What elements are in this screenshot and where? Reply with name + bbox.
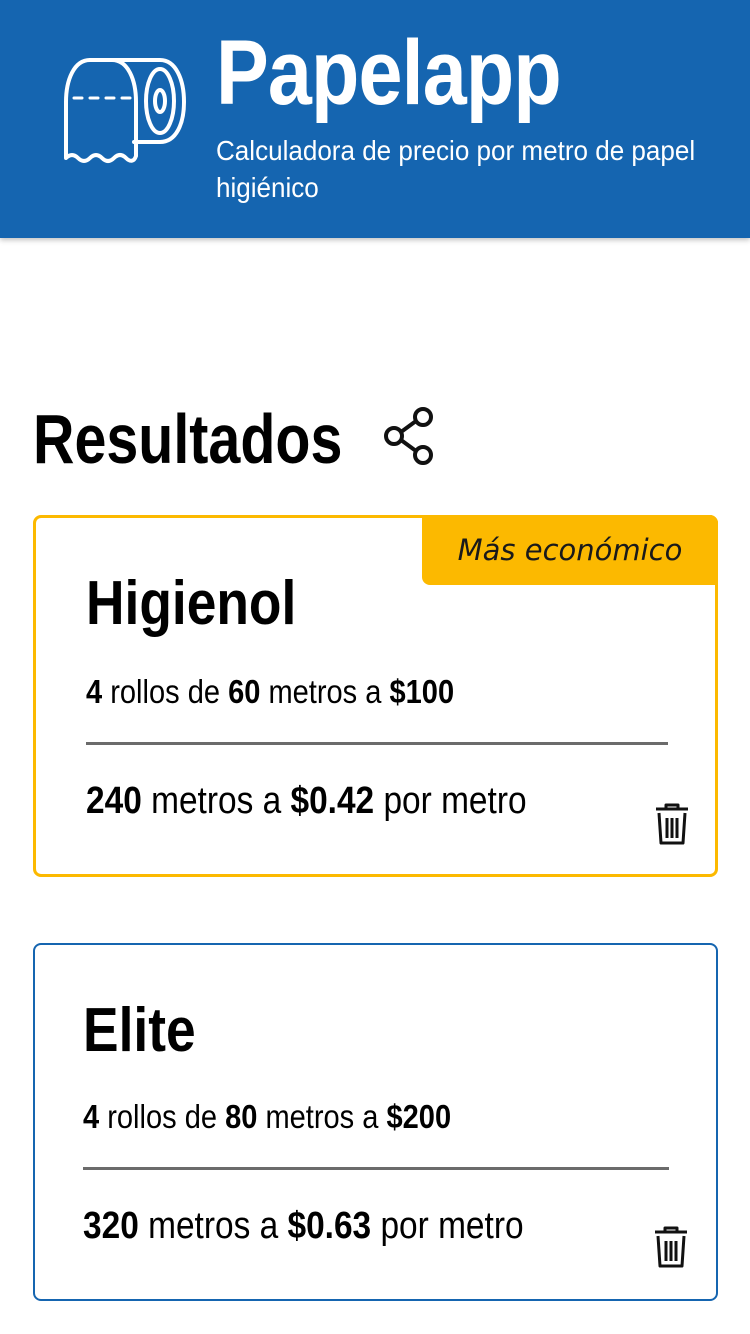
package-price: $100 — [389, 673, 455, 710]
toilet-paper-roll-icon — [64, 58, 186, 163]
rolls-label: rollos de — [107, 1098, 217, 1135]
app-header: Papelapp Calculadora de precio por metro… — [0, 0, 750, 238]
package-details: 4 rollos de 60 metros a $100 — [86, 672, 454, 712]
total-meters-label: metros a — [148, 1205, 279, 1247]
total-meters: 320 — [83, 1205, 139, 1247]
meters-per-roll: 80 — [225, 1098, 258, 1135]
price-per-meter: $0.63 — [287, 1205, 372, 1247]
meters-label: metros a — [265, 1098, 379, 1135]
per-meter-label: por metro — [380, 1205, 524, 1247]
result-card-higienol: Más económico Higienol 4 rollos de 60 me… — [33, 515, 718, 877]
price-summary: 320 metros a $0.63 por metro — [83, 1203, 524, 1249]
per-meter-label: por metro — [383, 780, 527, 822]
share-icon[interactable] — [381, 406, 437, 466]
results-title: Resultados — [33, 400, 343, 478]
divider — [83, 1167, 669, 1170]
rolls-count: 4 — [83, 1098, 100, 1135]
total-meters-label: metros a — [151, 780, 282, 822]
meters-label: metros a — [268, 673, 382, 710]
app-subtitle: Calculadora de precio por metro de papel… — [216, 135, 696, 203]
brand-name: Elite — [83, 996, 196, 1065]
brand-name: Higienol — [86, 569, 297, 638]
result-card-elite: Elite 4 rollos de 80 metros a $200 320 m… — [33, 943, 718, 1301]
cheapest-badge-label: Más económico — [457, 533, 683, 567]
rolls-label: rollos de — [110, 673, 220, 710]
package-details: 4 rollos de 80 metros a $200 — [83, 1097, 451, 1137]
delete-trash-icon[interactable] — [653, 1226, 689, 1268]
meters-per-roll: 60 — [228, 673, 261, 710]
app-title: Papelapp — [216, 22, 562, 124]
cheapest-badge: Más económico — [422, 515, 718, 585]
price-per-meter: $0.42 — [290, 780, 375, 822]
rolls-count: 4 — [86, 673, 103, 710]
divider — [86, 742, 668, 745]
package-price: $200 — [386, 1098, 452, 1135]
delete-trash-icon[interactable] — [654, 803, 690, 845]
total-meters: 240 — [86, 780, 142, 822]
price-summary: 240 metros a $0.42 por metro — [86, 778, 527, 824]
